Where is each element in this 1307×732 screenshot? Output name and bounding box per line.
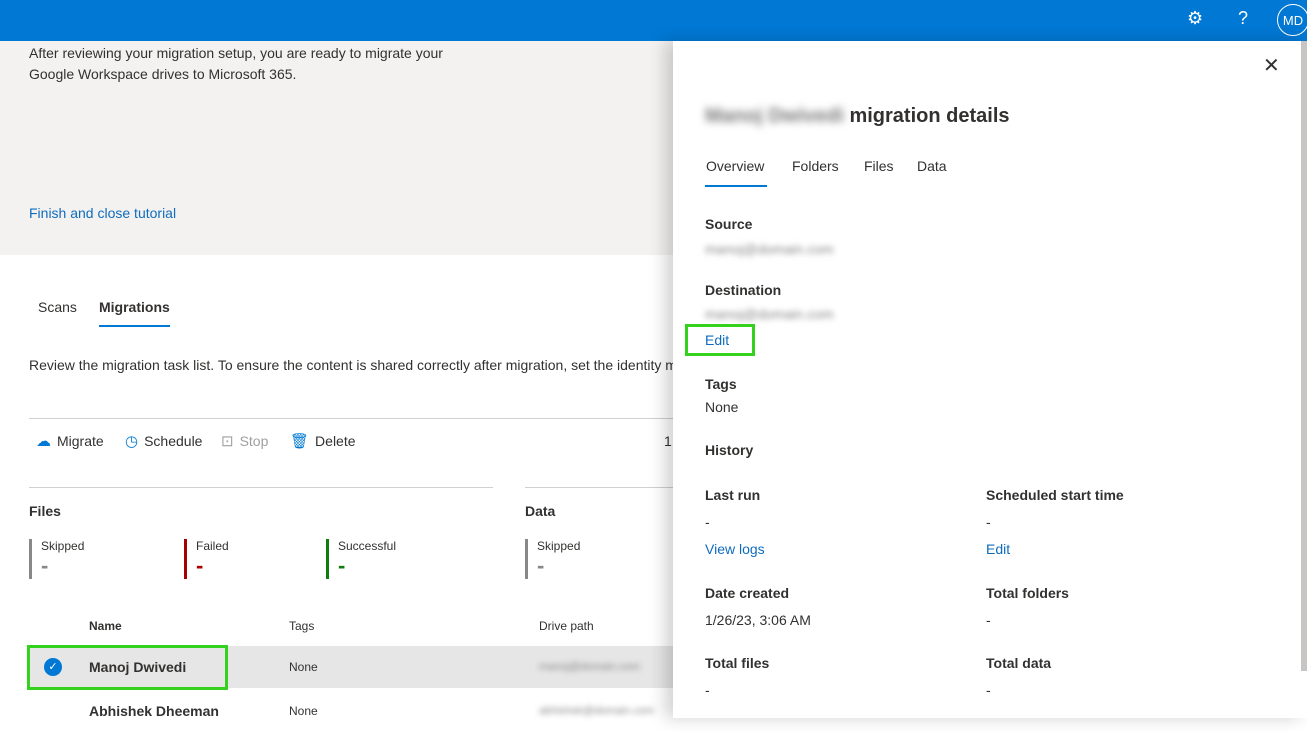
close-icon[interactable]: ✕ bbox=[1263, 53, 1280, 78]
total-folders-value: - bbox=[986, 612, 991, 628]
data-title: Data bbox=[525, 503, 556, 519]
date-created-value: 1/26/23, 3:06 AM bbox=[705, 612, 811, 628]
tags-label: Tags bbox=[705, 376, 737, 392]
scheduled-start-value: - bbox=[986, 514, 991, 530]
row-drive-path: manoj@domain.com bbox=[539, 661, 641, 673]
help-icon[interactable]: ? bbox=[1238, 8, 1248, 29]
cloud-upload-icon: ☁ bbox=[36, 433, 51, 450]
date-created-label: Date created bbox=[705, 585, 790, 601]
migrate-label: Migrate bbox=[57, 433, 104, 449]
destination-value: manoj@domain.com bbox=[705, 306, 834, 322]
tags-value: None bbox=[705, 399, 739, 415]
delete-label: Delete bbox=[315, 433, 356, 449]
avatar[interactable]: MD bbox=[1277, 4, 1307, 36]
panel-title: Manoj Dwivedi migration details bbox=[705, 105, 1010, 128]
migrate-button[interactable]: ☁ Migrate bbox=[36, 432, 104, 450]
gear-icon[interactable]: ⚙ bbox=[1187, 8, 1203, 29]
stop-label: Stop bbox=[239, 433, 269, 449]
clock-icon: ◷ bbox=[125, 433, 139, 450]
schedule-edit-link[interactable]: Edit bbox=[986, 541, 1010, 557]
tab-scans[interactable]: Scans bbox=[38, 299, 77, 315]
total-files-label: Total files bbox=[705, 655, 770, 671]
table-row[interactable]: Abhishek Dheeman None abhishek@domain.co… bbox=[29, 690, 673, 732]
total-files-value: - bbox=[705, 682, 710, 698]
migrations-description: Review the migration task list. To ensur… bbox=[29, 357, 677, 373]
stop-icon: ⊡ bbox=[221, 433, 234, 450]
files-failed-stat: Failed - bbox=[184, 539, 229, 579]
top-bar: ⚙ ? MD bbox=[0, 0, 1307, 41]
schedule-button[interactable]: ◷ Schedule bbox=[125, 432, 202, 450]
finish-tutorial-link[interactable]: Finish and close tutorial bbox=[29, 205, 176, 221]
panel-tab-files[interactable]: Files bbox=[864, 158, 894, 174]
panel-tab-folders[interactable]: Folders bbox=[792, 158, 839, 174]
panel-tab-overview[interactable]: Overview bbox=[706, 158, 764, 174]
divider bbox=[29, 487, 493, 488]
column-header-name[interactable]: Name bbox=[89, 619, 122, 633]
total-folders-label: Total folders bbox=[986, 585, 1069, 601]
trash-icon: 🗑 bbox=[290, 433, 310, 450]
files-title: Files bbox=[29, 503, 61, 519]
divider bbox=[29, 418, 673, 419]
source-value: manoj@domain.com bbox=[705, 241, 834, 257]
migration-details-panel: ✕ Manoj Dwivedi migration details Overvi… bbox=[673, 41, 1307, 718]
delete-button[interactable]: 🗑 Delete bbox=[290, 432, 356, 450]
data-skipped-stat: Skipped - bbox=[525, 539, 580, 579]
column-header-drive-path[interactable]: Drive path bbox=[539, 619, 594, 633]
panel-tab-data[interactable]: Data bbox=[917, 158, 947, 174]
last-run-label: Last run bbox=[705, 487, 761, 503]
total-data-label: Total data bbox=[986, 655, 1052, 671]
selected-count: 1 bbox=[664, 433, 672, 449]
tutorial-banner: After reviewing your migration setup, yo… bbox=[0, 41, 673, 255]
divider bbox=[525, 487, 673, 488]
highlight-box bbox=[685, 324, 755, 356]
tutorial-text: After reviewing your migration setup, yo… bbox=[29, 45, 443, 82]
panel-title-suffix: migration details bbox=[849, 105, 1010, 127]
destination-label: Destination bbox=[705, 282, 782, 298]
panel-title-name: Manoj Dwivedi bbox=[705, 105, 844, 127]
history-label: History bbox=[705, 442, 754, 458]
scheduled-start-label: Scheduled start time bbox=[986, 487, 1124, 503]
tab-indicator bbox=[99, 325, 170, 327]
view-logs-link[interactable]: View logs bbox=[705, 541, 765, 557]
highlight-box bbox=[27, 645, 228, 690]
last-run-value: - bbox=[705, 514, 710, 530]
total-data-value: - bbox=[986, 682, 991, 698]
tab-indicator bbox=[705, 185, 767, 187]
row-tags: None bbox=[289, 660, 318, 674]
files-skipped-stat: Skipped - bbox=[29, 539, 84, 579]
tab-migrations[interactable]: Migrations bbox=[99, 299, 170, 315]
column-header-tags[interactable]: Tags bbox=[289, 619, 314, 633]
row-name: Abhishek Dheeman bbox=[89, 703, 219, 719]
stop-button[interactable]: ⊡ Stop bbox=[221, 432, 268, 450]
source-label: Source bbox=[705, 216, 753, 232]
row-tags: None bbox=[289, 704, 318, 718]
panel-scrollbar[interactable] bbox=[1301, 41, 1307, 671]
files-successful-stat: Successful - bbox=[326, 539, 396, 579]
row-drive-path: abhishek@domain.com bbox=[539, 705, 655, 717]
schedule-label: Schedule bbox=[144, 433, 203, 449]
